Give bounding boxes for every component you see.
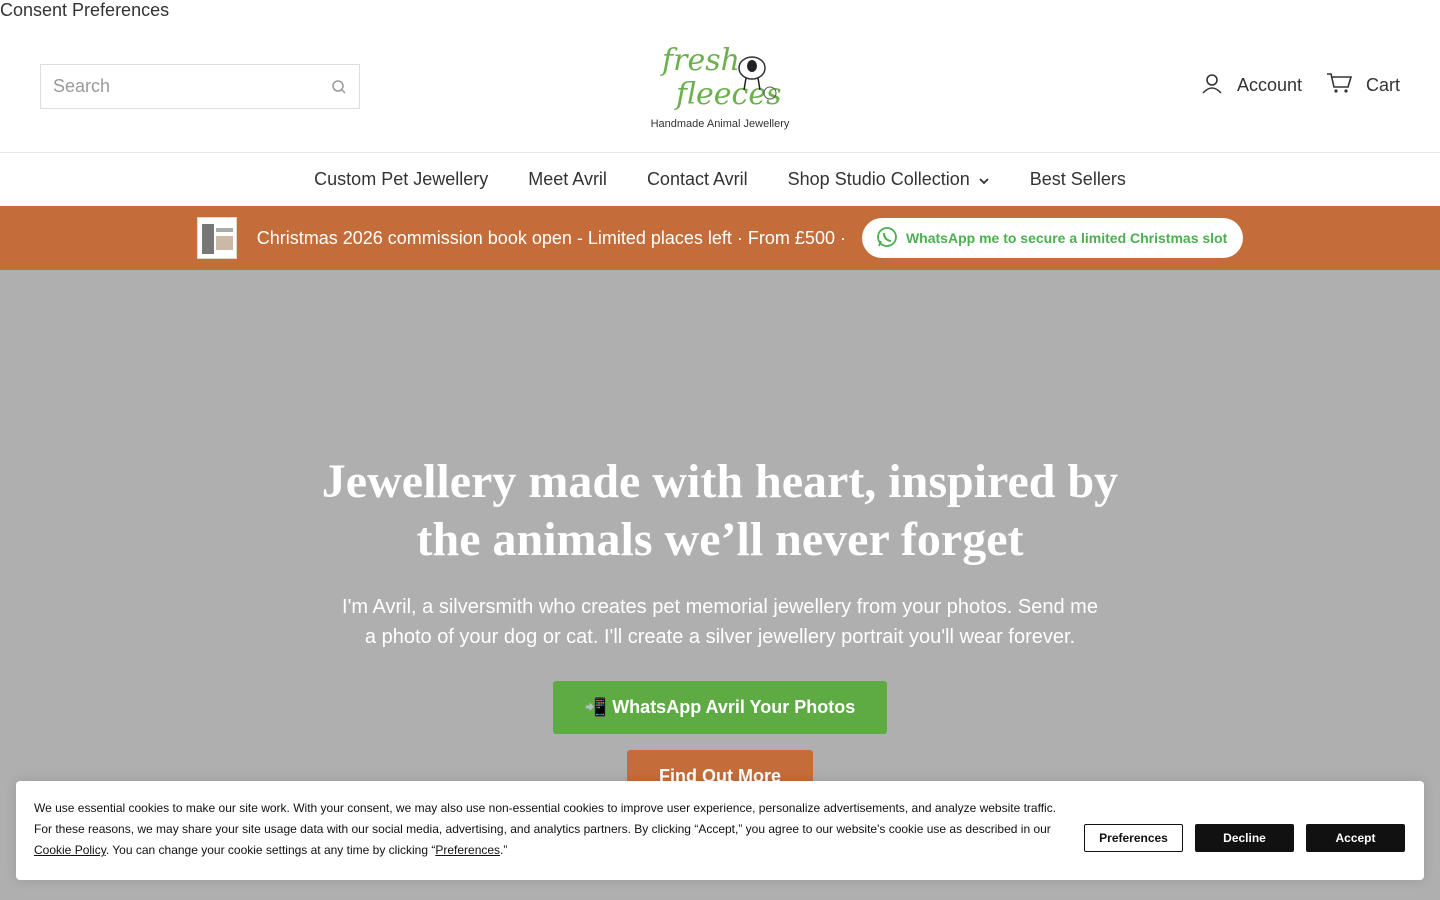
cart-link[interactable]: Cart bbox=[1326, 72, 1400, 99]
consent-preferences-link[interactable]: Consent Preferences bbox=[0, 0, 169, 20]
whatsapp-christmas-button[interactable]: WhatsApp me to secure a limited Christma… bbox=[861, 218, 1244, 258]
whatsapp-photos-button[interactable]: 📲 WhatsApp Avril Your Photos bbox=[553, 681, 887, 734]
nav-item-contact-avril[interactable]: Contact Avril bbox=[647, 169, 748, 190]
chevron-down-icon bbox=[978, 169, 990, 190]
cookie-banner: We use essential cookies to make our sit… bbox=[16, 781, 1424, 880]
account-icon bbox=[1201, 72, 1223, 99]
logo-mark: fresh fleeces bbox=[660, 43, 781, 112]
cookie-policy-link[interactable]: Cookie Policy bbox=[34, 843, 106, 857]
hero-title: Jewellery made with heart, inspired by t… bbox=[321, 455, 1119, 566]
cart-label: Cart bbox=[1365, 75, 1400, 95]
cookie-buttons: Preferences Decline Accept bbox=[1084, 824, 1405, 852]
cookie-accept-button[interactable]: Accept bbox=[1306, 824, 1405, 852]
account-link[interactable]: Account bbox=[1201, 72, 1302, 99]
cookie-preferences-link[interactable]: Preferences bbox=[435, 843, 500, 857]
account-label: Account bbox=[1236, 75, 1302, 95]
nav-item-custom-pet-jewellery[interactable]: Custom Pet Jewellery bbox=[314, 169, 488, 190]
promo-thumbnail bbox=[196, 217, 237, 259]
whatsapp-icon bbox=[876, 226, 898, 251]
svg-text:fresh: fresh bbox=[660, 43, 740, 78]
nav-item-meet-avril[interactable]: Meet Avril bbox=[528, 169, 607, 190]
search-bar[interactable] bbox=[40, 64, 360, 109]
promo-banner: Christmas 2026 commission book open - Li… bbox=[0, 206, 1440, 270]
hero-subtitle: I'm Avril, a silversmith who creates pet… bbox=[342, 596, 1098, 648]
brand-logo[interactable]: fresh fleeces Handmade Animal Jewellery bbox=[620, 38, 820, 138]
cart-icon bbox=[1326, 72, 1353, 99]
nav-item-shop-studio-collection[interactable]: Shop Studio Collection bbox=[788, 169, 990, 190]
cookie-text: We use essential cookies to make our sit… bbox=[34, 801, 1057, 857]
search-icon[interactable] bbox=[319, 79, 359, 95]
promo-text: Christmas 2026 commission book open - Li… bbox=[256, 227, 846, 248]
header-actions: Account Cart bbox=[1201, 72, 1400, 99]
cookie-preferences-button[interactable]: Preferences bbox=[1084, 824, 1183, 852]
svg-text:fleeces: fleeces bbox=[674, 77, 781, 112]
nav-item-best-sellers[interactable]: Best Sellers bbox=[1030, 169, 1126, 190]
logo-tagline: Handmade Animal Jewellery bbox=[650, 118, 790, 130]
whatsapp-christmas-label: WhatsApp me to secure a limited Christma… bbox=[905, 230, 1228, 246]
search-input[interactable] bbox=[41, 65, 319, 108]
site-header: fresh fleeces Handmade Animal Jewellery … bbox=[0, 22, 1440, 152]
main-nav: Custom Pet Jewellery Meet Avril Contact … bbox=[0, 152, 1440, 206]
cookie-decline-button[interactable]: Decline bbox=[1195, 824, 1294, 852]
